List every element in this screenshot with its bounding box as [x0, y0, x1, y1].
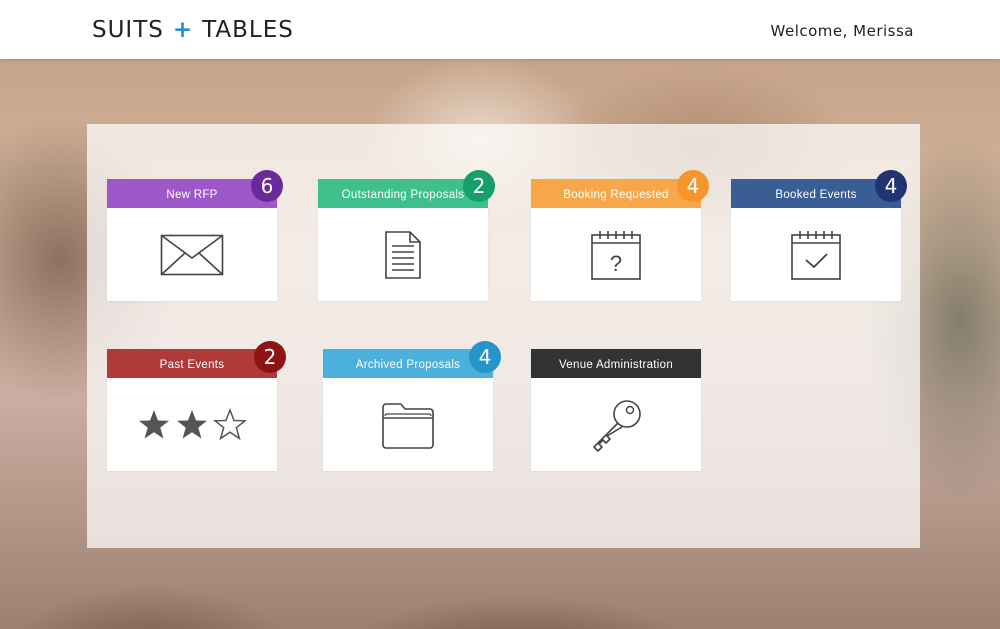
tile-past-events[interactable]: Past Events — [107, 349, 277, 471]
calendar-question-icon: ? — [531, 208, 701, 301]
star-empty-icon — [212, 407, 247, 440]
tile-title: Booking Requested — [531, 179, 701, 208]
top-header: SUITS + TABLES Welcome, Merissa — [0, 0, 1000, 59]
outstanding-proposals-count-badge: 2 — [463, 170, 495, 202]
folder-icon — [323, 378, 493, 471]
star-filled-icon — [139, 409, 169, 438]
tile-title: Venue Administration — [531, 349, 701, 378]
booked-events-count-badge: 4 — [875, 170, 907, 202]
svg-text:?: ? — [610, 251, 622, 276]
past-events-count-badge: 2 — [254, 341, 286, 373]
star-filled-icon — [177, 409, 207, 438]
envelope-icon — [107, 208, 277, 301]
tile-archived-proposals[interactable]: Archived Proposals — [323, 349, 493, 471]
tile-booked-events[interactable]: Booked Events — [731, 179, 901, 301]
tile-venue-administration[interactable]: Venue Administration — [531, 349, 701, 471]
logo-text-left: SUITS — [92, 17, 164, 43]
calendar-check-icon — [731, 208, 901, 301]
welcome-text: Welcome, Merissa — [770, 22, 914, 40]
key-icon — [531, 378, 701, 471]
archived-proposals-count-badge: 4 — [469, 341, 501, 373]
new-rfp-count-badge: 6 — [251, 170, 283, 202]
tile-new-rfp[interactable]: New RFP — [107, 179, 277, 301]
logo[interactable]: SUITS + TABLES — [92, 17, 294, 43]
tile-title: Past Events — [107, 349, 277, 378]
tile-title: Archived Proposals — [323, 349, 493, 378]
logo-text-right: TABLES — [202, 17, 294, 43]
document-icon — [318, 208, 488, 301]
logo-plus: + — [172, 17, 194, 43]
tile-booking-requested[interactable]: Booking Requested ? — [531, 179, 701, 301]
booking-requested-count-badge: 4 — [677, 170, 709, 202]
star-rating-icon — [107, 378, 277, 471]
tile-outstanding-proposals[interactable]: Outstanding Proposals — [318, 179, 488, 301]
